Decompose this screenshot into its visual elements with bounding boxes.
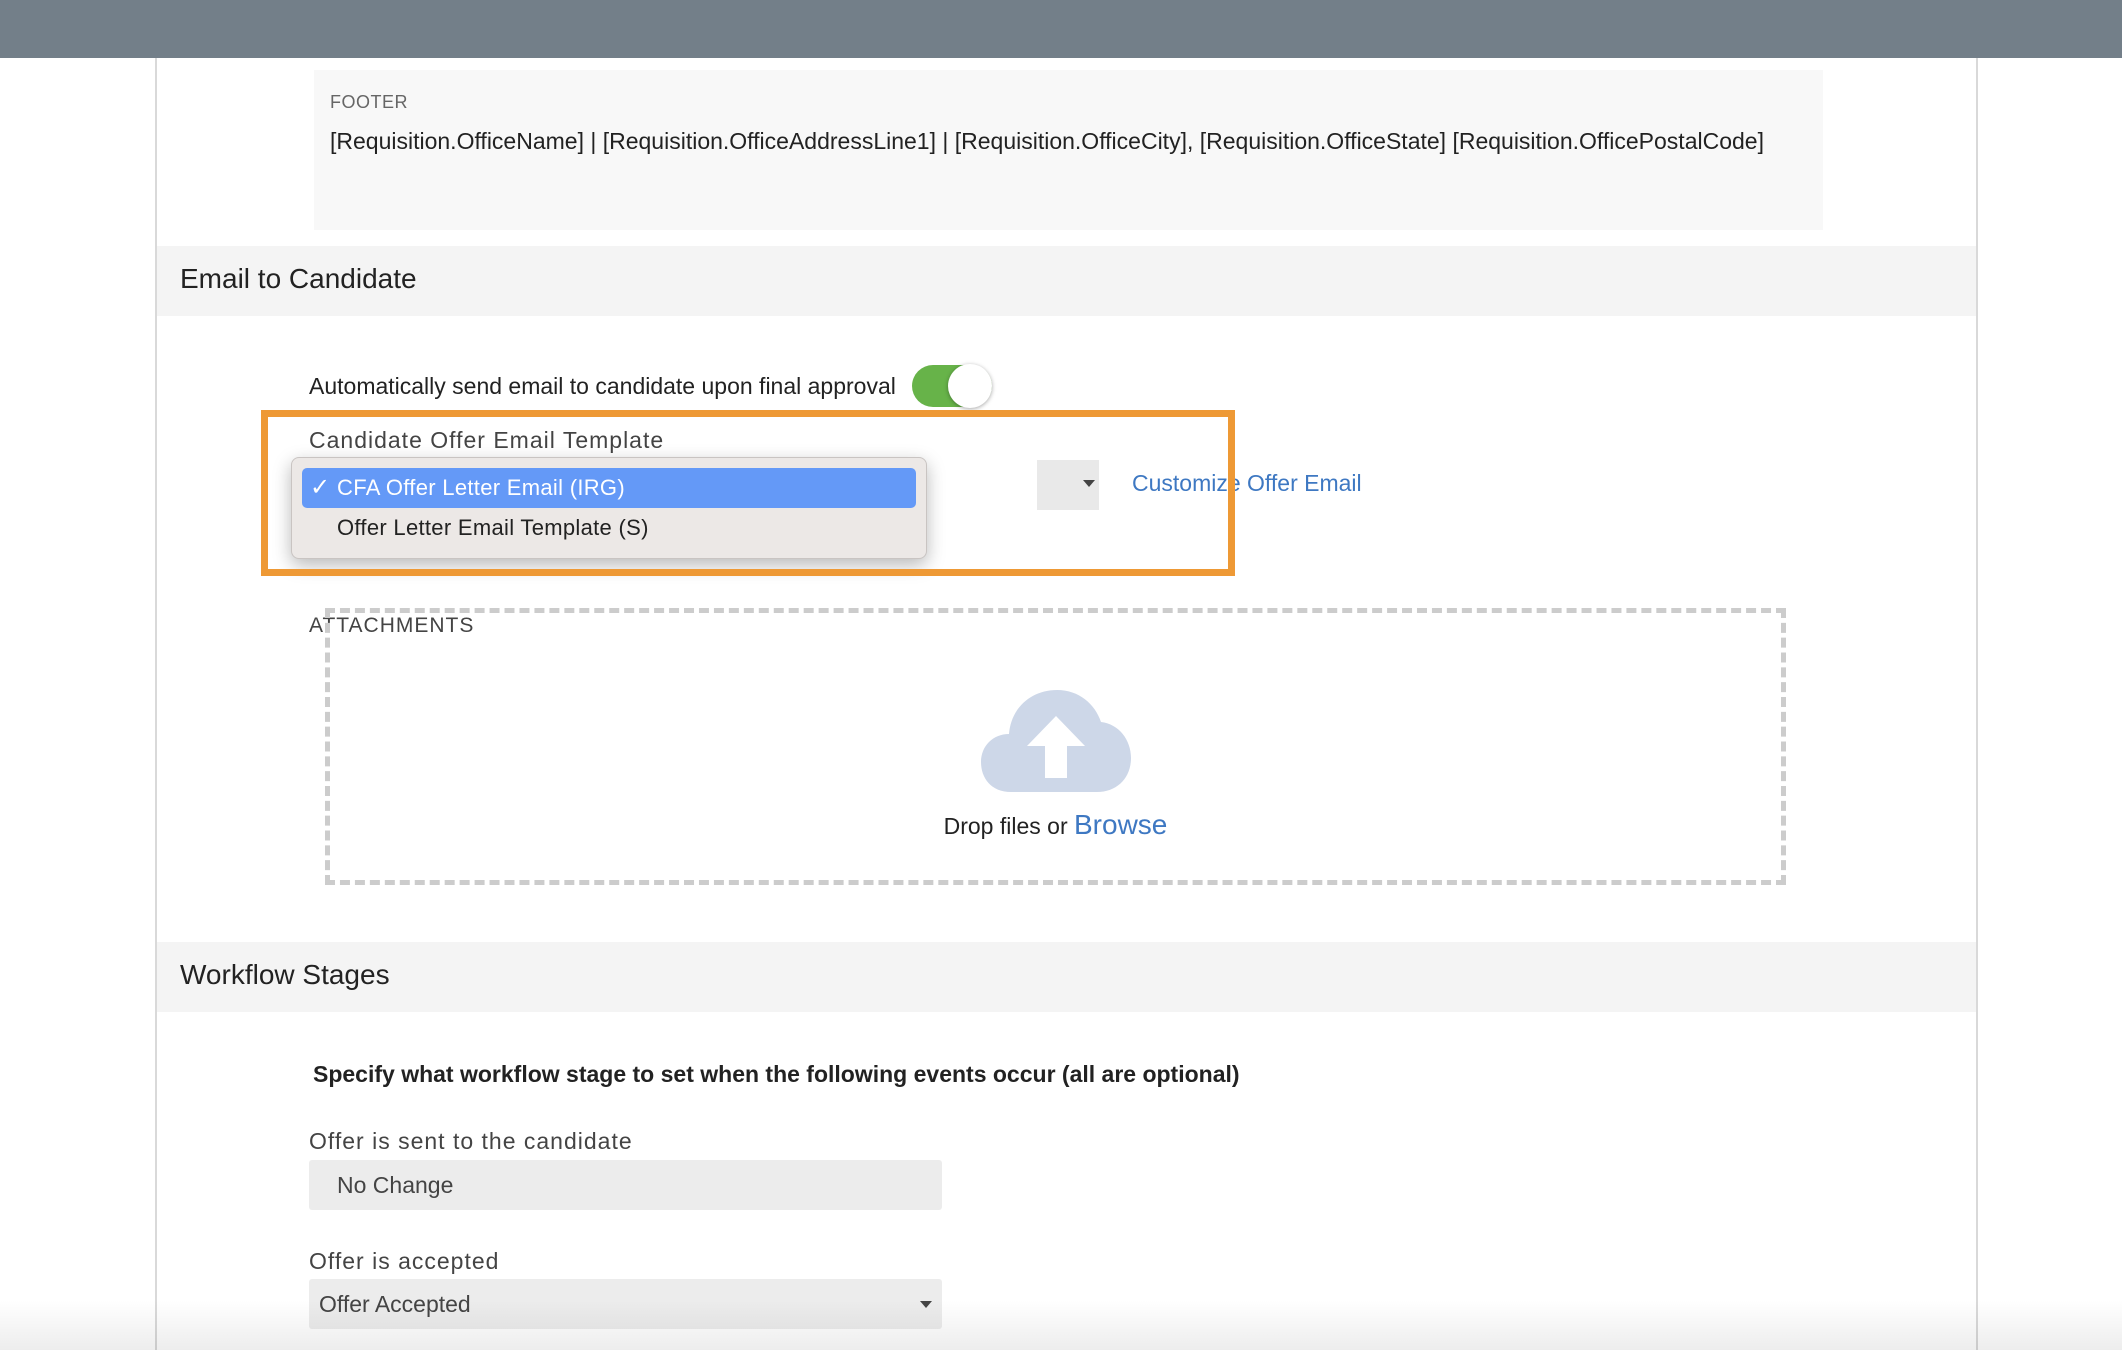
chevron-down-icon xyxy=(920,1301,932,1308)
offer-sent-select[interactable]: No Change xyxy=(309,1160,942,1210)
toggle-knob xyxy=(947,364,992,408)
drop-files-text: Drop files or xyxy=(943,813,1068,839)
email-section-header: Email to Candidate xyxy=(157,246,1976,316)
browse-link[interactable]: Browse xyxy=(1074,809,1167,840)
offer-sent-label: Offer is sent to the candidate xyxy=(309,1128,633,1154)
footer-preview: FOOTER [Requisition.OfficeName] | [Requi… xyxy=(314,70,1823,230)
workflow-section-header: Workflow Stages xyxy=(157,942,1976,1012)
auto-send-toggle[interactable] xyxy=(911,364,992,408)
workflow-section-title: Workflow Stages xyxy=(180,959,390,990)
footer-label: FOOTER xyxy=(330,92,408,112)
offer-accepted-select[interactable]: Offer Accepted xyxy=(309,1279,942,1329)
highlight-frame xyxy=(261,410,1235,576)
offer-accepted-label: Offer is accepted xyxy=(309,1248,500,1274)
email-section-title: Email to Candidate xyxy=(180,263,417,294)
auto-send-row: Automatically send email to candidate up… xyxy=(309,364,992,408)
cloud-upload-icon xyxy=(981,690,1131,792)
footer-text: [Requisition.OfficeName] | [Requisition.… xyxy=(330,128,1764,154)
dropzone-text: Drop files or Browse xyxy=(330,809,1781,841)
offer-settings-panel: FOOTER [Requisition.OfficeName] | [Requi… xyxy=(155,58,1978,1350)
top-bar xyxy=(0,0,2122,58)
file-dropzone[interactable]: Drop files or Browse xyxy=(325,608,1786,885)
offer-sent-value: No Change xyxy=(337,1172,454,1198)
auto-send-label: Automatically send email to candidate up… xyxy=(309,372,896,399)
offer-accepted-value: Offer Accepted xyxy=(319,1291,471,1317)
workflow-instruction: Specify what workflow stage to set when … xyxy=(313,1061,1240,1087)
